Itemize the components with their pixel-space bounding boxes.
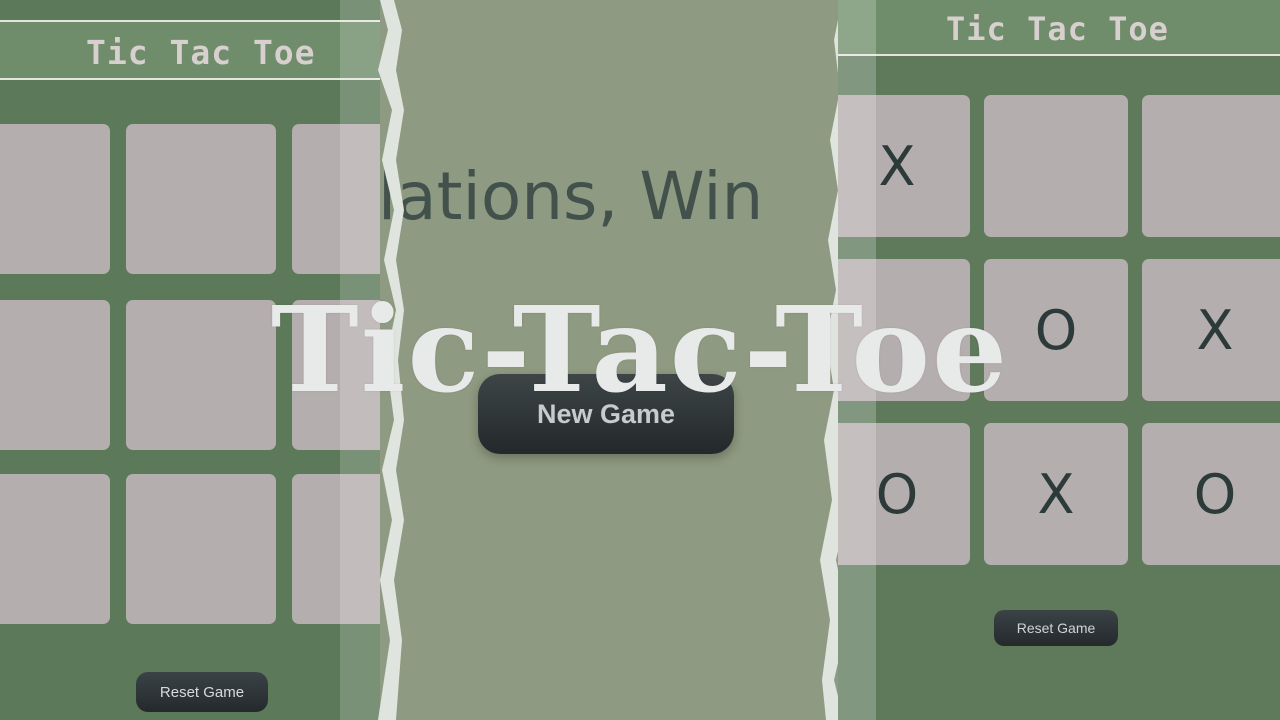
thumbnail-collage: Tic Tac Toe Reset Game ulations, Win New… (0, 0, 1280, 720)
overlay-title: Tic-Tac-Toe (270, 280, 1010, 419)
right-cell-9[interactable]: O (1142, 423, 1280, 565)
left-cell-2[interactable] (126, 124, 276, 274)
right-game-title: Tic Tac Toe (946, 10, 1169, 48)
left-cell-1[interactable] (0, 124, 110, 274)
left-cell-7[interactable] (0, 474, 110, 624)
left-cell-8[interactable] (126, 474, 276, 624)
right-reset-button[interactable]: Reset Game (994, 610, 1118, 646)
left-game-title: Tic Tac Toe (86, 33, 316, 72)
left-reset-button[interactable]: Reset Game (136, 672, 268, 712)
win-message: ulations, Win (380, 158, 764, 235)
right-cell-2[interactable] (984, 95, 1128, 237)
right-cell-3[interactable] (1142, 95, 1280, 237)
right-cell-8[interactable]: X (984, 423, 1128, 565)
